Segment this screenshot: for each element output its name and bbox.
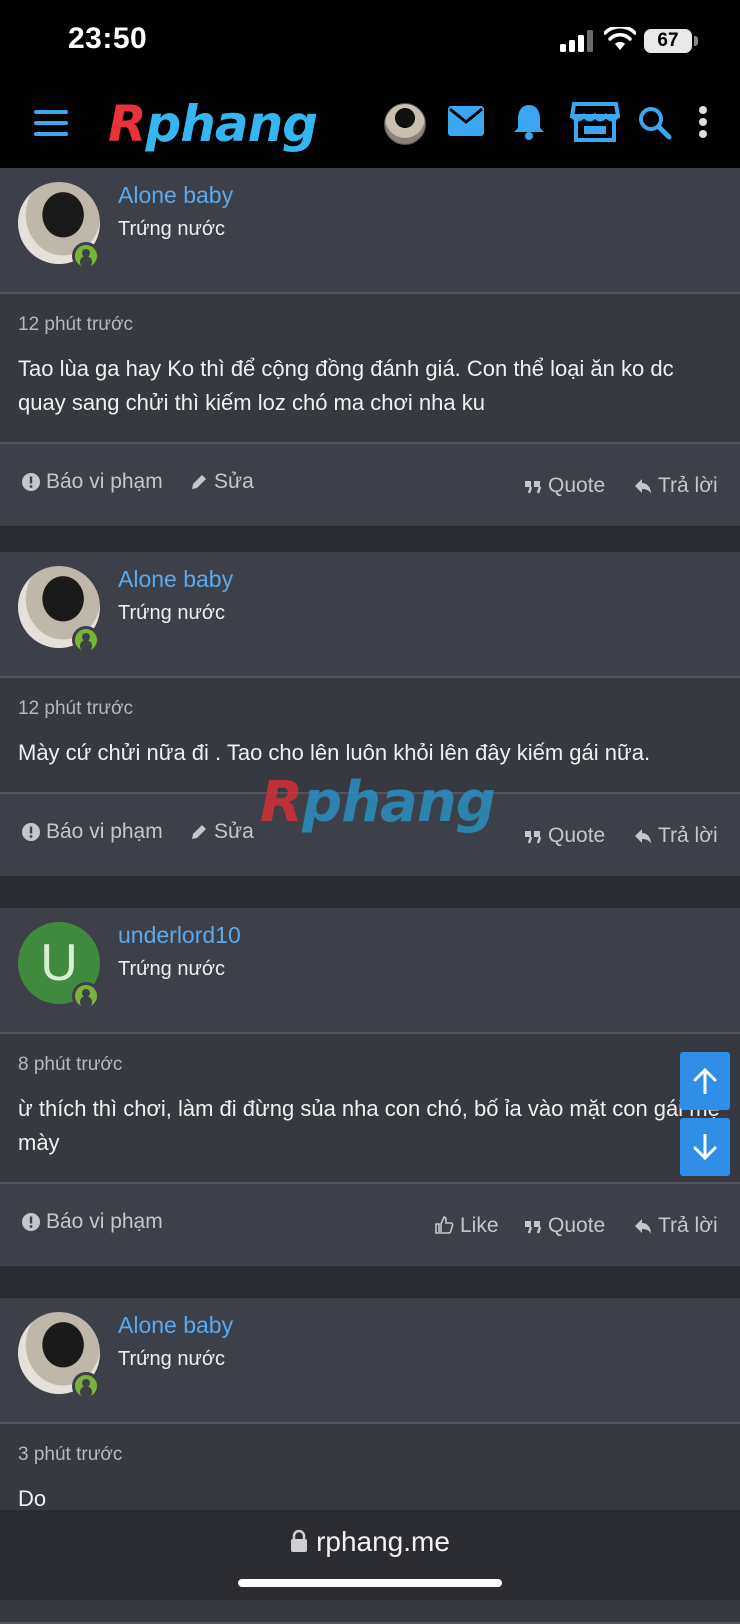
more-options-icon[interactable] [698, 106, 708, 138]
post-text: Tao lùa ga hay Ko thì để cộng đồng đánh … [18, 356, 674, 415]
quote-button[interactable]: Quote [524, 824, 605, 848]
report-button[interactable]: Báo vi phạm [22, 1210, 163, 1234]
report-button[interactable]: Báo vi phạm [22, 820, 163, 844]
edit-button[interactable]: Sửa [190, 470, 254, 494]
status-bar: 23:50 67 [0, 0, 740, 84]
home-indicator[interactable] [238, 1579, 502, 1587]
battery-tip [694, 36, 698, 46]
site-logo[interactable]: Rphang [108, 94, 318, 154]
post-actions: Báo vi phạm Sửa Quote Trả lời [0, 444, 740, 532]
search-icon[interactable] [638, 106, 672, 140]
post-username[interactable]: underlord10 [118, 922, 241, 949]
post-author-block: Alone baby Trứng nước [0, 552, 740, 678]
post-username[interactable]: Alone baby [118, 566, 233, 593]
cellular-signal-icon [560, 30, 593, 52]
menu-icon[interactable] [34, 110, 68, 136]
battery-indicator: 67 [644, 29, 692, 53]
post-author-block: Alone baby Trứng nước [0, 168, 740, 294]
post-author-block: U underlord10 Trứng nước [0, 908, 740, 1034]
online-status-icon [72, 626, 100, 654]
store-icon[interactable] [570, 100, 620, 142]
online-status-icon [72, 242, 100, 270]
post: Alone baby Trứng nước 12 phút trước Tao … [0, 168, 740, 532]
pencil-icon [192, 475, 206, 489]
user-rank: Trứng nước [118, 602, 225, 624]
post-actions: Báo vi phạm Like Quote Trả lời [0, 1184, 740, 1272]
site-watermark: Rphang [260, 770, 496, 835]
reply-button[interactable]: Trả lời [634, 474, 718, 498]
post-text: ừ thích thì chơi, làm đi đừng sủa nha co… [18, 1096, 720, 1155]
online-status-icon [72, 1372, 100, 1400]
status-time: 23:50 [68, 22, 148, 55]
alert-icon [22, 473, 40, 491]
mail-icon[interactable] [448, 106, 484, 136]
bell-icon[interactable] [512, 102, 546, 140]
top-navbar: Rphang [0, 84, 740, 168]
reply-icon [635, 1219, 651, 1234]
report-button[interactable]: Báo vi phạm [22, 470, 163, 494]
user-rank: Trứng nước [118, 958, 225, 980]
quote-button[interactable]: Quote [524, 1214, 605, 1238]
post: U underlord10 Trứng nước 8 phút trước ừ … [0, 908, 740, 1272]
reply-button[interactable]: Trả lời [634, 824, 718, 848]
lock-icon [291, 1529, 308, 1552]
post-timestamp[interactable]: 12 phút trước [18, 698, 722, 720]
arrow-up-icon [693, 1068, 717, 1094]
user-rank: Trứng nước [118, 1348, 225, 1370]
post-content: 12 phút trước Tao lùa ga hay Ko thì để c… [0, 294, 740, 444]
pencil-icon [192, 825, 206, 839]
wifi-icon [604, 27, 636, 50]
post-content: 8 phút trước ừ thích thì chơi, làm đi đừ… [0, 1034, 740, 1184]
quote-button[interactable]: Quote [524, 474, 605, 498]
reply-icon [635, 829, 651, 844]
alert-icon [22, 1213, 40, 1231]
post-text: Mày cứ chửi nữa đi . Tao cho lên luôn kh… [18, 740, 651, 765]
user-rank: Trứng nước [118, 218, 225, 240]
alert-icon [22, 823, 40, 841]
address-bar-url[interactable]: rphang.me [0, 1526, 740, 1558]
post-timestamp[interactable]: 8 phút trước [18, 1054, 722, 1076]
quote-icon [525, 481, 542, 494]
thumbs-up-icon [435, 1216, 454, 1234]
edit-button[interactable]: Sửa [190, 820, 254, 844]
post-timestamp[interactable]: 3 phút trước [18, 1444, 722, 1466]
quote-icon [525, 831, 542, 844]
reply-icon [635, 479, 651, 494]
arrow-down-icon [693, 1134, 717, 1160]
online-status-icon [72, 982, 100, 1010]
like-button[interactable]: Like [434, 1214, 499, 1238]
scroll-down-button[interactable] [680, 1118, 730, 1176]
account-avatar[interactable] [384, 103, 426, 145]
quote-icon [525, 1221, 542, 1234]
post-author-block: Alone baby Trứng nước [0, 1298, 740, 1424]
reply-button[interactable]: Trả lời [634, 1214, 718, 1238]
scroll-up-button[interactable] [680, 1052, 730, 1110]
post-username[interactable]: Alone baby [118, 1312, 233, 1339]
post-timestamp[interactable]: 12 phút trước [18, 314, 722, 336]
post-username[interactable]: Alone baby [118, 182, 233, 209]
